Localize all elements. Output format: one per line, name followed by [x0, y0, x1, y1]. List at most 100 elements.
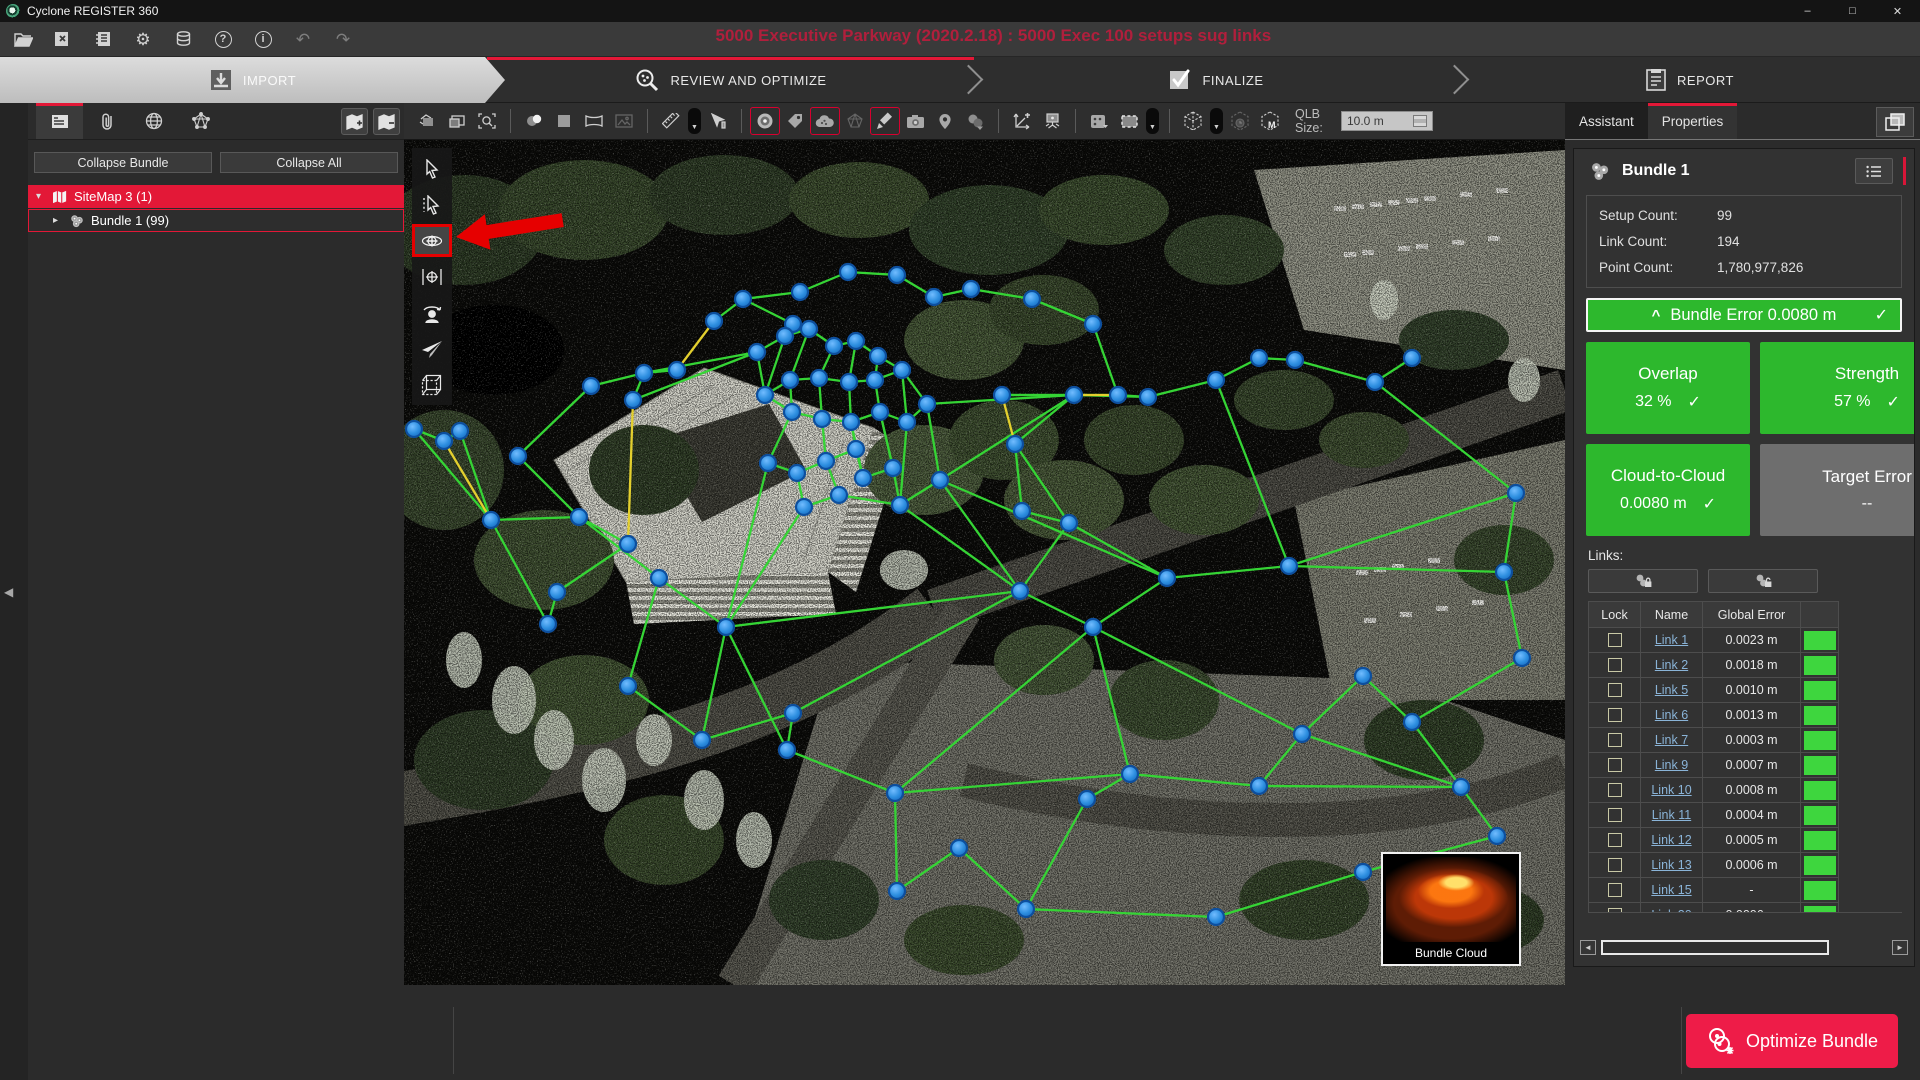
add-coordinate-button[interactable]: [1007, 107, 1037, 135]
minimize-button[interactable]: –: [1785, 0, 1830, 22]
setup-node[interactable]: [779, 742, 795, 758]
limit-box-manager-button[interactable]: M: [1255, 107, 1285, 135]
tab-finalize[interactable]: FINALIZE: [973, 57, 1459, 103]
measure-button[interactable]: [656, 107, 686, 135]
setup-node[interactable]: [951, 840, 967, 856]
setup-node[interactable]: [963, 281, 979, 297]
sidebar-tab-sitemaps[interactable]: [36, 103, 83, 139]
setup-node[interactable]: [1453, 779, 1469, 795]
optimize-bundle-button[interactable]: Optimize Bundle: [1686, 1014, 1898, 1068]
delete-project-button[interactable]: [46, 24, 80, 54]
setup-node[interactable]: [510, 448, 526, 464]
qlb-size-slider[interactable]: 10.0 m: [1341, 111, 1433, 131]
setup-node[interactable]: [1140, 389, 1156, 405]
setup-node[interactable]: [1061, 515, 1077, 531]
setup-node[interactable]: [620, 678, 636, 694]
tab-import[interactable]: IMPORT: [0, 57, 505, 103]
setup-node[interactable]: [1012, 583, 1028, 599]
setup-node[interactable]: [789, 465, 805, 481]
add-link-button[interactable]: [870, 107, 900, 135]
select-similar-tool-button[interactable]: [412, 188, 452, 221]
setup-node[interactable]: [872, 404, 888, 420]
setup-node[interactable]: [855, 470, 871, 486]
caret-down-icon[interactable]: ▾: [36, 191, 46, 202]
measure-options-dropdown[interactable]: ▼: [688, 108, 701, 134]
setup-node[interactable]: [651, 570, 667, 586]
viewport-3d[interactable]: Bundle Cloud: [404, 140, 1565, 985]
setup-node[interactable]: [749, 344, 765, 360]
cloud-visibility-button[interactable]: [519, 107, 549, 135]
image-view-button[interactable]: [609, 107, 639, 135]
setup-node[interactable]: [1294, 726, 1310, 742]
link-name[interactable]: Link 7: [1655, 733, 1688, 747]
tree-item-sitemap[interactable]: ▾ SiteMap 3 (1): [28, 185, 404, 208]
caret-right-icon[interactable]: ▸: [53, 215, 63, 226]
link-row[interactable]: Link 50.0010 m: [1589, 678, 1839, 703]
setup-node[interactable]: [1159, 570, 1175, 586]
setup-node[interactable]: [1355, 864, 1371, 880]
sidebar-tab-attachments[interactable]: [83, 103, 130, 139]
setup-node[interactable]: [636, 365, 652, 381]
link-name[interactable]: Link 10: [1651, 783, 1691, 797]
link-row[interactable]: Link 15-: [1589, 878, 1839, 903]
setup-node[interactable]: [826, 338, 842, 354]
setup-node[interactable]: [1508, 485, 1524, 501]
setup-node[interactable]: [1404, 714, 1420, 730]
link-row[interactable]: Link 120.0005 m: [1589, 828, 1839, 853]
limit-box-dropdown[interactable]: ▼: [1210, 108, 1223, 134]
open-project-button[interactable]: [6, 24, 40, 54]
redo-button[interactable]: ↷: [326, 24, 360, 54]
scrollbar-thumb[interactable]: [1601, 940, 1829, 955]
setup-node[interactable]: [549, 584, 565, 600]
remove-sitemap-button[interactable]: [373, 108, 400, 135]
lock-checkbox[interactable]: [1608, 783, 1622, 797]
setup-node[interactable]: [792, 284, 808, 300]
send-back-button[interactable]: [412, 107, 442, 135]
setup-node[interactable]: [625, 392, 641, 408]
setup-node[interactable]: [1007, 436, 1023, 452]
setup-node[interactable]: [540, 616, 556, 632]
link-name[interactable]: Link 9: [1655, 758, 1688, 772]
setup-node[interactable]: [1251, 778, 1267, 794]
setup-node[interactable]: [867, 372, 883, 388]
tab-report[interactable]: REPORT: [1459, 57, 1920, 103]
panel-layout-button[interactable]: [1876, 107, 1914, 137]
bring-front-button[interactable]: [442, 107, 472, 135]
setup-node[interactable]: [814, 411, 830, 427]
setup-node[interactable]: [1489, 828, 1505, 844]
add-sitemap-button[interactable]: [341, 108, 368, 135]
bundle-list-button[interactable]: [1855, 158, 1893, 184]
setup-node[interactable]: [620, 536, 636, 552]
link-row[interactable]: Link 70.0003 m: [1589, 728, 1839, 753]
fly-tool-button[interactable]: [412, 332, 452, 365]
link-name[interactable]: Link 11: [1652, 808, 1691, 822]
scroll-right-button[interactable]: ►: [1892, 940, 1908, 955]
tab-review-and-optimize[interactable]: REVIEW AND OPTIMIZE: [487, 57, 974, 103]
setup-node[interactable]: [894, 362, 910, 378]
fill-view-button[interactable]: [549, 107, 579, 135]
lock-checkbox[interactable]: [1608, 833, 1622, 847]
add-image-button[interactable]: [900, 107, 930, 135]
link-row[interactable]: Link 110.0004 m: [1589, 803, 1839, 828]
constrained-move-tool-button[interactable]: [412, 260, 452, 293]
link-name[interactable]: Link 15: [1651, 883, 1691, 897]
move-tool-button[interactable]: [412, 224, 452, 257]
setup-node[interactable]: [436, 433, 452, 449]
setup-node[interactable]: [811, 370, 827, 386]
setup-node[interactable]: [892, 497, 908, 513]
setup-node[interactable]: [887, 785, 903, 801]
global-error-header[interactable]: Global Error: [1703, 602, 1801, 628]
about-button[interactable]: i: [246, 24, 280, 54]
maximize-button[interactable]: □: [1830, 0, 1875, 22]
link-row[interactable]: Link 100.0008 m: [1589, 778, 1839, 803]
setup-node[interactable]: [452, 423, 468, 439]
undo-button[interactable]: ↶: [286, 24, 320, 54]
pick-point-button[interactable]: [703, 107, 733, 135]
setup-node[interactable]: [706, 313, 722, 329]
lock-checkbox[interactable]: [1608, 683, 1622, 697]
link-row[interactable]: Link 90.0007 m: [1589, 753, 1839, 778]
name-header[interactable]: Name: [1641, 602, 1703, 628]
add-geotag-button[interactable]: [930, 107, 960, 135]
setup-node[interactable]: [483, 512, 499, 528]
sidebar-tab-geotags[interactable]: [130, 103, 177, 139]
